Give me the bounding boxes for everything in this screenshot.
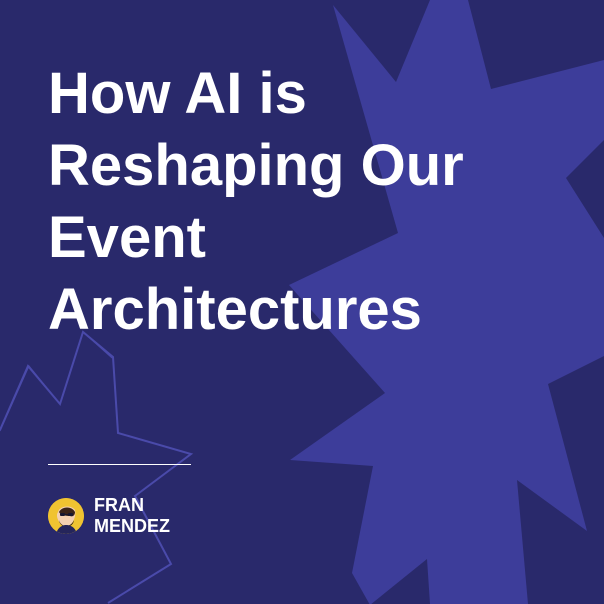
social-card: How AI is Reshaping Our Event Architectu… bbox=[0, 0, 604, 604]
author-block: FRAN MENDEZ bbox=[48, 494, 170, 538]
title-line-2: Reshaping Our bbox=[48, 133, 464, 198]
title-line-3: Event bbox=[48, 205, 206, 270]
author-last-name: MENDEZ bbox=[94, 516, 170, 536]
person-avatar-icon bbox=[48, 498, 84, 534]
divider-line bbox=[48, 464, 191, 465]
outline-star-shape bbox=[0, 330, 194, 604]
page-title: How AI is Reshaping Our Event Architectu… bbox=[48, 58, 548, 346]
author-first-name: FRAN bbox=[94, 495, 144, 515]
author-name: FRAN MENDEZ bbox=[94, 495, 170, 537]
title-line-1: How AI is bbox=[48, 61, 307, 126]
outline-star-inner-shape bbox=[0, 331, 113, 432]
title-line-4: Architectures bbox=[48, 277, 422, 342]
